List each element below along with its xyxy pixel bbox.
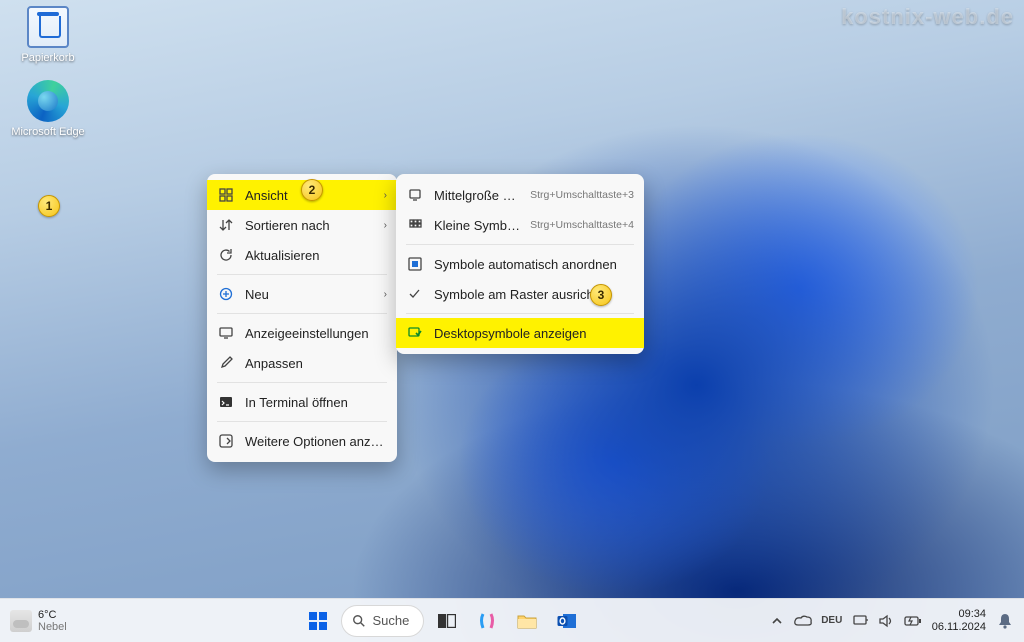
tray-battery-icon[interactable] [902, 605, 924, 637]
desktop-chk-icon [406, 326, 424, 340]
context-menu-item-6[interactable]: Anzeigeeinstellungen [207, 318, 397, 348]
desktop-icon-label: Papierkorb [10, 52, 86, 64]
arrange-icon [406, 257, 424, 271]
menu-item-label: Symbole automatisch anordnen [424, 257, 634, 272]
taskbar-search[interactable]: Suche [341, 605, 424, 637]
context-menu-item-1[interactable]: Sortieren nach› [207, 210, 397, 240]
menu-separator [217, 382, 387, 383]
terminal-icon [217, 395, 235, 409]
windows-icon [308, 611, 328, 631]
desktop-icon-recycle-bin[interactable]: Papierkorb [10, 6, 86, 64]
menu-item-label: Mittelgroße Symbole [424, 188, 522, 203]
copilot-icon [477, 611, 497, 631]
chevron-right-icon: › [377, 289, 387, 300]
taskbar-clock[interactable]: 09:34 06.11.2024 [928, 608, 990, 634]
outlook-icon [557, 612, 577, 630]
recycle-bin-icon [27, 6, 69, 48]
tray-volume-icon[interactable] [876, 605, 898, 637]
view-submenu: Mittelgroße SymboleStrg+Umschalttaste+3K… [396, 174, 644, 354]
outlook-button[interactable] [550, 604, 584, 638]
menu-item-label: In Terminal öffnen [235, 395, 387, 410]
desktop-context-menu: Ansicht›Sortieren nach›AktualisierenNeu›… [207, 174, 397, 462]
watermark-text: kostnix-web.de [841, 4, 1014, 30]
display-icon [217, 326, 235, 340]
desktop[interactable]: kostnix-web.de Papierkorb Microsoft Edge… [0, 0, 1024, 642]
menu-item-label: Anzeigeeinstellungen [235, 326, 387, 341]
chevron-right-icon: › [377, 220, 387, 231]
desktop-icon-edge[interactable]: Microsoft Edge [10, 80, 86, 138]
tray-chevron[interactable] [766, 605, 788, 637]
sort-icon [217, 218, 235, 232]
edge-icon [27, 80, 69, 122]
plus-icon [217, 287, 235, 301]
submenu-item-1[interactable]: Kleine SymboleStrg+Umschalttaste+4 [396, 210, 644, 240]
menu-separator [217, 274, 387, 275]
desktop-icon-label: Microsoft Edge [10, 126, 86, 138]
refresh-icon [217, 248, 235, 262]
grid-sm-icon [406, 218, 424, 232]
context-menu-item-2[interactable]: Aktualisieren [207, 240, 397, 270]
taskbar-tray: DEU 09:34 06.11.2024 [766, 605, 1024, 637]
annotation-badge-1: 1 [38, 195, 60, 217]
tray-notifications-icon[interactable] [994, 605, 1016, 637]
taskbar-weather[interactable]: 6°C Nebel [0, 609, 120, 633]
menu-item-shortcut: Strg+Umschalttaste+4 [522, 219, 634, 231]
chevron-right-icon: › [377, 190, 387, 201]
submenu-item-0[interactable]: Mittelgroße SymboleStrg+Umschalttaste+3 [396, 180, 644, 210]
brush-icon [217, 356, 235, 370]
menu-separator [217, 313, 387, 314]
context-menu-item-7[interactable]: Anpassen [207, 348, 397, 378]
monitor-icon [406, 188, 424, 202]
menu-separator [217, 421, 387, 422]
tray-onedrive-icon[interactable] [792, 605, 814, 637]
task-view-icon [438, 614, 456, 628]
grid-icon [217, 188, 235, 202]
annotation-badge-2: 2 [301, 179, 323, 201]
menu-separator [406, 244, 634, 245]
file-explorer-button[interactable] [510, 604, 544, 638]
annotation-badge-3: 3 [590, 284, 612, 306]
menu-item-label: Aktualisieren [235, 248, 387, 263]
start-button[interactable] [301, 604, 335, 638]
tray-language[interactable]: DEU [818, 605, 846, 637]
weather-temp: 6°C [38, 609, 67, 621]
more-icon [217, 434, 235, 448]
taskbar-center: Suche [120, 604, 766, 638]
search-icon [352, 614, 366, 628]
context-menu-item-11[interactable]: Weitere Optionen anzeigen [207, 426, 397, 456]
tray-network-icon[interactable] [850, 605, 872, 637]
folder-icon [517, 613, 537, 629]
context-menu-item-4[interactable]: Neu› [207, 279, 397, 309]
weather-icon [10, 610, 32, 632]
taskbar: 6°C Nebel Suche [0, 598, 1024, 642]
menu-separator [406, 313, 634, 314]
submenu-item-6[interactable]: Desktopsymbole anzeigen [396, 318, 644, 348]
search-placeholder: Suche [372, 613, 409, 628]
clock-date: 06.11.2024 [932, 621, 986, 634]
clock-time: 09:34 [932, 608, 986, 621]
check-icon [406, 287, 424, 301]
menu-item-label: Kleine Symbole [424, 218, 522, 233]
context-menu-item-9[interactable]: In Terminal öffnen [207, 387, 397, 417]
menu-item-label: Sortieren nach [235, 218, 377, 233]
task-view-button[interactable] [430, 604, 464, 638]
menu-item-shortcut: Strg+Umschalttaste+3 [522, 189, 634, 201]
menu-item-label: Weitere Optionen anzeigen [235, 434, 387, 449]
menu-item-label: Anpassen [235, 356, 387, 371]
copilot-button[interactable] [470, 604, 504, 638]
weather-desc: Nebel [38, 621, 67, 633]
menu-item-label: Desktopsymbole anzeigen [424, 326, 634, 341]
menu-item-label: Neu [235, 287, 377, 302]
submenu-item-3[interactable]: Symbole automatisch anordnen [396, 249, 644, 279]
